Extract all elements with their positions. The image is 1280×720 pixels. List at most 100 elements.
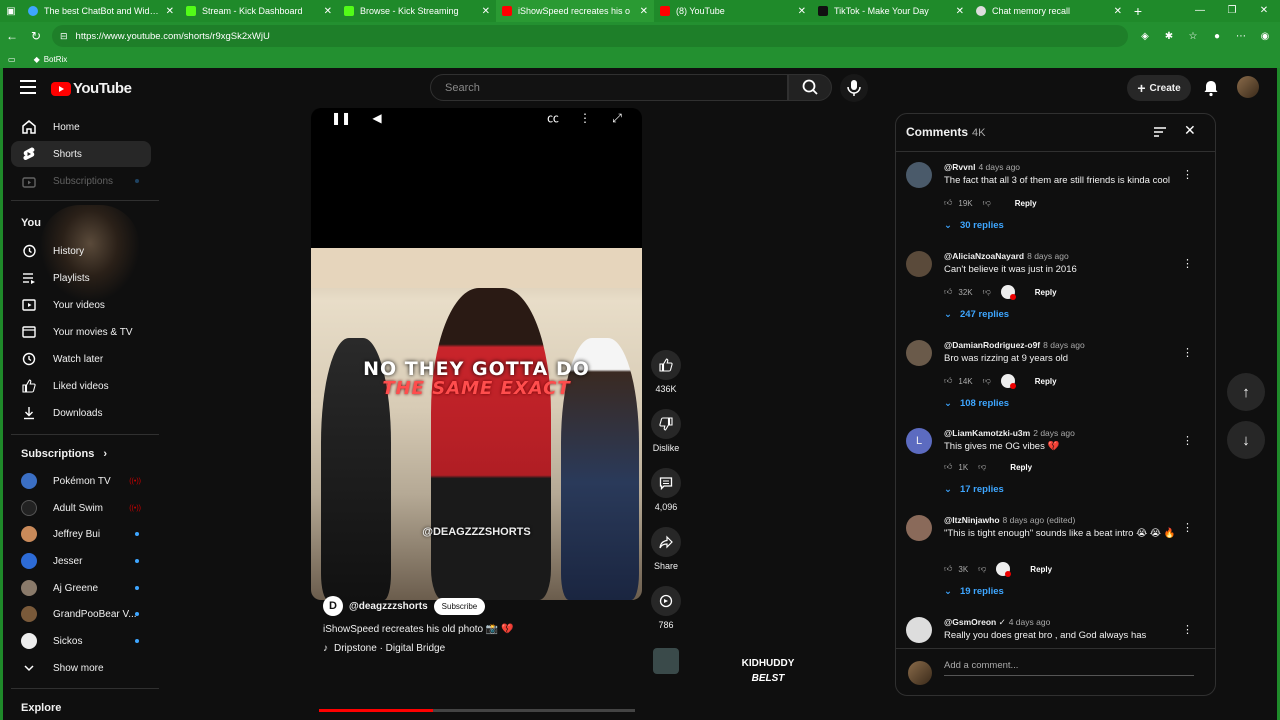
view-replies-button[interactable]: ⌄ 19 replies	[944, 586, 1004, 597]
close-tab-icon[interactable]: ✕	[482, 6, 490, 17]
like-icon[interactable]: 👍︎	[944, 564, 952, 574]
subscription-item[interactable]: Jeffrey Bui	[11, 521, 151, 547]
puzzle-icon[interactable]: ✱	[1160, 31, 1178, 42]
comment-menu-icon[interactable]: ⋮	[1182, 623, 1193, 636]
comment-time[interactable]: 2 days ago	[1033, 428, 1075, 438]
sidebar-item-liked-videos[interactable]: Liked videos	[11, 373, 151, 399]
comment-author[interactable]: @ItzNinjawho	[944, 515, 1000, 525]
commenter-avatar[interactable]	[906, 251, 932, 277]
reply-button[interactable]: Reply	[1010, 463, 1032, 472]
create-button[interactable]: + Create	[1127, 75, 1191, 101]
short-title[interactable]: iShowSpeed recreates his old photo 📸 💔	[323, 624, 633, 635]
view-replies-button[interactable]: ⌄ 30 replies	[944, 220, 1004, 231]
subscription-item[interactable]: Jesser	[11, 548, 151, 574]
channel-name[interactable]: @deagzzzshorts	[349, 601, 428, 612]
comment-time[interactable]: 8 days ago (edited)	[1003, 515, 1076, 525]
browser-tab-7[interactable]: Chat memory recall ✕	[970, 0, 1128, 22]
sound-link[interactable]: ♪ Dripstone · Digital Bridge	[323, 643, 633, 654]
comment-author[interactable]: @Rvvnl	[944, 162, 975, 172]
favorites-icon[interactable]: ☆	[1184, 31, 1202, 42]
like-icon[interactable]: 👍︎	[944, 462, 952, 472]
short-progress-bar[interactable]	[319, 709, 635, 712]
browser-tab-4[interactable]: iShowSpeed recreates his o ✕	[496, 0, 654, 22]
youtube-logo[interactable]: YouTube	[51, 80, 132, 97]
comment-menu-icon[interactable]: ⋮	[1182, 346, 1193, 359]
browser-tab-2[interactable]: Stream - Kick Dashboard ✕	[180, 0, 338, 22]
like-icon[interactable]: 👍︎	[944, 287, 952, 297]
captions-icon[interactable]: ㏄	[543, 108, 563, 128]
volume-icon[interactable]: ◀	[367, 108, 387, 128]
notifications-button[interactable]	[1201, 78, 1221, 98]
close-comments-icon[interactable]: ✕	[1184, 122, 1196, 139]
commenter-avatar[interactable]	[906, 617, 932, 643]
comment-time[interactable]: 4 days ago	[1009, 617, 1051, 627]
new-tab-icon[interactable]: +	[1128, 3, 1148, 19]
comment-menu-icon[interactable]: ⋮	[1182, 257, 1193, 270]
close-tab-icon[interactable]: ✕	[166, 6, 174, 17]
subscription-item[interactable]: Sickos	[11, 628, 151, 654]
comment-time[interactable]: 4 days ago	[978, 162, 1020, 172]
close-tab-icon[interactable]: ✕	[324, 6, 332, 17]
comment-author[interactable]: @AliciaNzoaNayard	[944, 251, 1024, 261]
back-icon[interactable]: ←	[0, 29, 24, 43]
minimize-icon[interactable]: —	[1184, 0, 1216, 22]
comment-author[interactable]: @DamianRodriguez-o9f	[944, 340, 1040, 350]
maximize-icon[interactable]: ❐	[1216, 0, 1248, 22]
pause-icon[interactable]: ❚❚	[331, 108, 351, 128]
profile-icon[interactable]: ●	[1208, 31, 1226, 42]
view-replies-button[interactable]: ⌄ 108 replies	[944, 398, 1009, 409]
sound-thumbnail[interactable]	[653, 648, 679, 674]
sidebar-item-watch-later[interactable]: Watch later	[11, 346, 151, 372]
reply-button[interactable]: Reply	[1015, 199, 1037, 208]
sidebar-item-subscriptions[interactable]: Subscriptions	[11, 168, 151, 194]
browser-tab-1[interactable]: The best ChatBot and Widgets fo ✕	[22, 0, 180, 22]
show-more-button[interactable]: Show more	[11, 655, 151, 681]
short-video[interactable]: NO THEY GOTTA DO THE SAME EXACT @DEAGZZZ…	[311, 108, 642, 600]
more-options-icon[interactable]: ⋮	[575, 108, 595, 128]
you-section-title[interactable]: You	[21, 217, 41, 229]
like-icon[interactable]: 👍︎	[944, 198, 952, 208]
close-tab-icon[interactable]: ✕	[798, 6, 806, 17]
search-input[interactable]: Search	[430, 74, 788, 101]
add-comment-input[interactable]: Add a comment...	[944, 660, 1194, 676]
subscription-item[interactable]: Pokémon TV ((•))	[11, 468, 151, 494]
comment-time[interactable]: 8 days ago	[1027, 251, 1069, 261]
site-info-icon[interactable]: ⊟	[60, 31, 68, 42]
reply-button[interactable]: Reply	[1035, 377, 1057, 386]
reload-icon[interactable]: ↻	[24, 29, 48, 43]
reply-button[interactable]: Reply	[1035, 288, 1057, 297]
like-button[interactable]: 436K	[643, 350, 689, 394]
account-avatar[interactable]	[1237, 76, 1259, 98]
next-short-button[interactable]: ↓	[1227, 421, 1265, 459]
sidebar-item-shorts[interactable]: Shorts	[11, 141, 151, 167]
remix-button[interactable]: 786	[643, 586, 689, 630]
close-tab-icon[interactable]: ✕	[956, 6, 964, 17]
comment-time[interactable]: 8 days ago	[1043, 340, 1085, 350]
sidebar-item-your-videos[interactable]: Your videos	[11, 292, 151, 318]
subscription-item[interactable]: Adult Swim ((•))	[11, 495, 151, 521]
channel-avatar[interactable]: D	[323, 596, 343, 616]
sidebar-item-movies[interactable]: Your movies & TV	[11, 319, 151, 345]
sidebar-item-home[interactable]: Home	[11, 114, 151, 140]
bookmark-item[interactable]: ◆ BotRix	[34, 55, 68, 64]
search-button[interactable]	[788, 74, 832, 101]
extension-icon[interactable]: ◈	[1136, 31, 1154, 42]
menu-hamburger-icon[interactable]	[20, 80, 36, 94]
commenter-avatar[interactable]	[906, 162, 932, 188]
previous-short-button[interactable]: ↑	[1227, 373, 1265, 411]
comment-author[interactable]: @GsmOreon ✓	[944, 617, 1006, 627]
fullscreen-icon[interactable]: ⤢	[607, 108, 627, 128]
subscription-item[interactable]: Aj Greene	[11, 575, 151, 601]
browser-tab-6[interactable]: TikTok - Make Your Day ✕	[812, 0, 970, 22]
comment-menu-icon[interactable]: ⋮	[1182, 521, 1193, 534]
dislike-icon[interactable]: 👎︎	[978, 462, 986, 472]
dislike-icon[interactable]: 👎︎	[978, 564, 986, 574]
like-icon[interactable]: 👍︎	[944, 376, 952, 386]
comment-author[interactable]: @LiamKamotzki-u3m	[944, 428, 1030, 438]
close-tab-icon[interactable]: ✕	[1114, 6, 1122, 17]
dislike-button[interactable]: Dislike	[643, 409, 689, 453]
address-bar[interactable]: ⊟ https://www.youtube.com/shorts/r9xgSk2…	[52, 25, 1128, 47]
sidebar-item-downloads[interactable]: Downloads	[11, 400, 151, 426]
browser-tab-3[interactable]: Browse - Kick Streaming ✕	[338, 0, 496, 22]
comment-menu-icon[interactable]: ⋮	[1182, 434, 1193, 447]
